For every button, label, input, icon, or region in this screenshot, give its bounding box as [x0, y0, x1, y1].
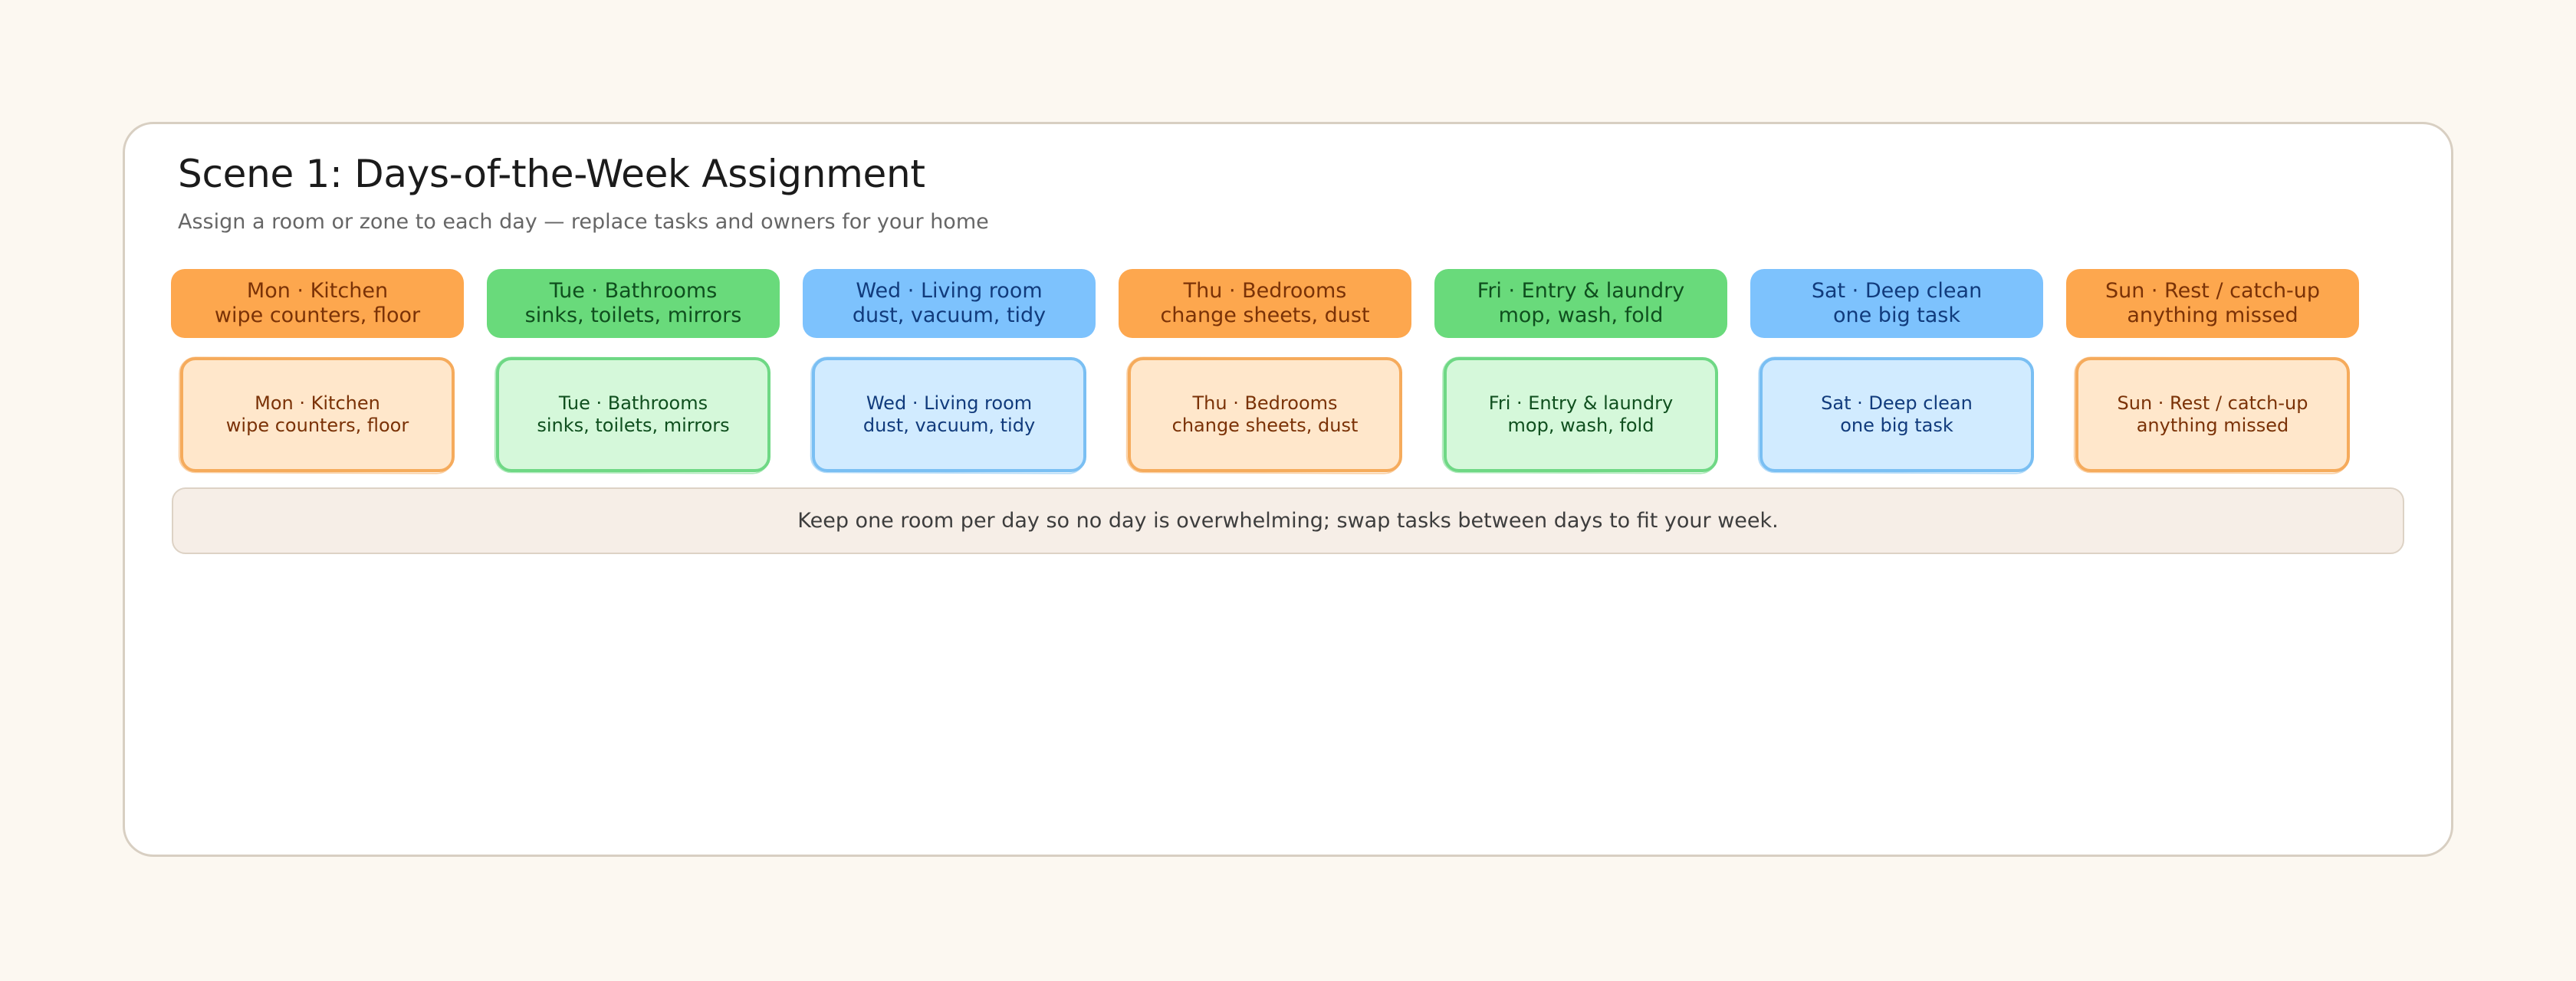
day-card-fri: Fri · Entry & laundry mop, wash, fold: [1444, 357, 1718, 472]
day-card-tue: Tue · Bathrooms sinks, toilets, mirrors: [496, 357, 770, 472]
scene-title: Scene 1: Days-of-the-Week Assignment: [178, 152, 925, 196]
day-chip-heading: Sun · Rest / catch-up: [2104, 278, 2321, 303]
day-card-tasks: change sheets, dust: [1171, 415, 1359, 436]
scene-subtitle: Assign a room or zone to each day — repl…: [178, 210, 989, 234]
day-card-heading: Sun · Rest / catch-up: [2117, 392, 2308, 415]
day-card-tasks: sinks, toilets, mirrors: [537, 415, 730, 436]
day-card-thu: Thu · Bedrooms change sheets, dust: [1128, 357, 1402, 472]
day-chip-sun: Sun · Rest / catch-up anything missed: [2066, 269, 2359, 338]
day-card-tasks: wipe counters, floor: [225, 415, 409, 436]
day-card-heading: Sat · Deep clean: [1821, 392, 1973, 415]
day-chip-heading: Sat · Deep clean: [1811, 278, 1983, 303]
day-chip-tasks: mop, wash, fold: [1498, 303, 1664, 327]
day-chip-sat: Sat · Deep clean one big task: [1750, 269, 2043, 338]
day-card-tasks: mop, wash, fold: [1507, 415, 1654, 436]
day-chip-tasks: sinks, toilets, mirrors: [524, 303, 742, 327]
day-chip-wed: Wed · Living room dust, vacuum, tidy: [803, 269, 1096, 338]
day-card-heading: Tue · Bathrooms: [558, 392, 708, 415]
day-chip-heading: Wed · Living room: [856, 278, 1043, 303]
day-chip-heading: Mon · Kitchen: [246, 278, 389, 303]
day-card-tasks: anything missed: [2136, 415, 2289, 436]
day-chip-tue: Tue · Bathrooms sinks, toilets, mirrors: [487, 269, 780, 338]
day-chip-tasks: wipe counters, floor: [214, 303, 421, 327]
day-chip-heading: Thu · Bedrooms: [1183, 278, 1347, 303]
day-card-sun: Sun · Rest / catch-up anything missed: [2075, 357, 2350, 472]
day-card-sat: Sat · Deep clean one big task: [1760, 357, 2034, 472]
day-chip-heading: Fri · Entry & laundry: [1477, 278, 1685, 303]
day-card-tasks: one big task: [1840, 415, 1953, 436]
day-card-mon: Mon · Kitchen wipe counters, floor: [180, 357, 455, 472]
day-card-wed: Wed · Living room dust, vacuum, tidy: [812, 357, 1086, 472]
day-card-tasks: dust, vacuum, tidy: [863, 415, 1036, 436]
day-chip-tasks: change sheets, dust: [1160, 303, 1370, 327]
day-chip-tasks: anything missed: [2127, 303, 2298, 327]
day-card-heading: Fri · Entry & laundry: [1488, 392, 1674, 415]
day-chip-fri: Fri · Entry & laundry mop, wash, fold: [1434, 269, 1727, 338]
day-chip-mon: Mon · Kitchen wipe counters, floor: [171, 269, 464, 338]
day-chip-thu: Thu · Bedrooms change sheets, dust: [1119, 269, 1411, 338]
day-chip-tasks: dust, vacuum, tidy: [852, 303, 1046, 327]
day-card-heading: Wed · Living room: [866, 392, 1033, 415]
day-card-heading: Mon · Kitchen: [255, 392, 380, 415]
day-chip-tasks: one big task: [1832, 303, 1961, 327]
day-card-heading: Thu · Bedrooms: [1192, 392, 1338, 415]
day-chip-heading: Tue · Bathrooms: [549, 278, 718, 303]
tip-note: Keep one room per day so no day is overw…: [172, 487, 2404, 554]
